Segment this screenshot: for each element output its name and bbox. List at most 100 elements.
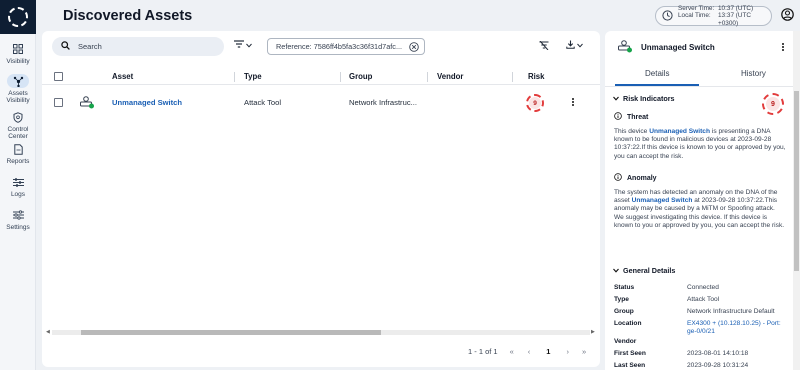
column-header-group[interactable]: Group — [349, 72, 372, 81]
panel-vertical-scrollbar[interactable] — [793, 31, 800, 370]
asset-name-link[interactable]: Unmanaged Switch — [112, 98, 182, 107]
risk-score: 9 — [529, 97, 541, 109]
table-row[interactable]: Unmanaged Switch Attack Tool Network Inf… — [42, 88, 600, 118]
column-header-asset[interactable]: Asset — [112, 72, 133, 81]
chevron-down-icon — [246, 41, 252, 50]
risk-score: 9 — [766, 97, 780, 111]
tab-details[interactable]: Details — [645, 69, 669, 78]
download-button[interactable] — [566, 40, 583, 51]
risk-score-badge: 9 — [526, 94, 544, 112]
nav-label: Reports — [6, 158, 30, 165]
user-avatar-icon[interactable] — [781, 8, 794, 23]
filter-icon — [234, 40, 244, 50]
search-icon — [61, 41, 70, 52]
chevron-down-icon — [577, 41, 583, 50]
general-details-header[interactable]: General Details — [613, 266, 675, 275]
risk-score-badge: 9 — [762, 93, 784, 115]
nav-item-assets-visibility[interactable]: Assets Visibility — [0, 74, 36, 104]
general-details-label: General Details — [623, 266, 676, 275]
server-time-value: 10:37 (UTC) — [718, 4, 754, 12]
panel-more-options-icon[interactable] — [782, 43, 784, 52]
scroll-left-arrow-icon[interactable]: ◀ — [46, 329, 50, 335]
filter-button[interactable] — [234, 40, 252, 50]
logs-icon — [9, 175, 27, 189]
nav-item-reports[interactable]: Reports — [0, 142, 36, 165]
logo-icon — [8, 7, 28, 27]
assets-icon — [7, 74, 29, 88]
tab-history[interactable]: History — [741, 69, 766, 78]
detail-key-group: Group — [614, 308, 634, 315]
detail-key-type: Type — [614, 296, 629, 303]
first-page-icon[interactable]: « — [510, 347, 514, 356]
column-header-risk[interactable]: Risk — [528, 72, 544, 81]
assets-table-card: Search Reference: 7586ff4b5fa3c36f31d7af… — [42, 31, 600, 367]
page-title: Discovered Assets — [63, 8, 193, 24]
threat-text-pre: This device — [614, 128, 650, 135]
info-icon — [614, 173, 622, 183]
detail-value-location-link[interactable]: EX4300 + (10.128.10.25) - Port: ge-0/0/2… — [687, 320, 787, 336]
panel-header: Unmanaged Switch — [617, 39, 715, 55]
nav-label: Assets Visibility — [6, 90, 30, 104]
horizontal-scrollbar[interactable]: ◀ ▶ — [46, 328, 596, 336]
detail-value-group: Network Infrastructure Default — [687, 308, 775, 315]
chevron-down-icon — [613, 94, 619, 103]
column-header-vendor[interactable]: Vendor — [437, 72, 463, 81]
close-icon[interactable] — [409, 42, 419, 54]
column-divider[interactable] — [234, 72, 235, 82]
switch-device-icon — [617, 39, 633, 55]
risk-indicators-header[interactable]: Risk Indicators — [613, 94, 675, 103]
table-header: Asset Type Group Vendor Risk — [42, 69, 600, 85]
anomaly-header: Anomaly — [614, 173, 657, 183]
detail-value-last-seen: 2023-09-28 10:31:24 — [687, 362, 749, 369]
asset-detail-panel: Unmanaged Switch Details History Risk In… — [605, 31, 800, 370]
report-icon — [9, 142, 27, 156]
server-time-label: Server Time: — [678, 4, 715, 12]
anomaly-label: Anomaly — [627, 174, 657, 182]
threat-asset-link[interactable]: Unmanaged Switch — [649, 128, 710, 135]
download-icon — [566, 40, 575, 51]
panel-title: Unmanaged Switch — [641, 42, 715, 52]
prev-page-icon[interactable]: ‹ — [528, 347, 531, 356]
nav-item-settings[interactable]: Settings — [0, 208, 36, 231]
scroll-right-arrow-icon[interactable]: ▶ — [591, 329, 595, 335]
reference-filter-chip[interactable]: Reference: 7586ff4b5fa3c36f31d7afc... — [267, 38, 425, 55]
switch-device-icon — [79, 95, 95, 111]
local-time-value: 13:37 (UTC +0300) — [718, 12, 752, 27]
app-logo[interactable] — [0, 0, 36, 34]
pagination-range: 1 - 1 of 1 — [468, 347, 498, 356]
column-divider[interactable] — [427, 72, 428, 82]
nav-item-control-center[interactable]: Control Center — [0, 110, 36, 140]
detail-key-last-seen: Last Seen — [614, 362, 646, 369]
row-more-options-icon[interactable] — [572, 98, 574, 107]
filter-chip-label: Reference: 7586ff4b5fa3c36f31d7afc... — [276, 42, 403, 51]
anomaly-asset-link[interactable]: Unmanaged Switch — [632, 197, 693, 204]
select-all-checkbox[interactable] — [54, 72, 63, 81]
asset-type: Attack Tool — [244, 98, 282, 107]
nav-item-logs[interactable]: Logs — [0, 175, 36, 198]
column-divider[interactable] — [340, 72, 341, 82]
last-page-icon[interactable]: » — [582, 347, 586, 356]
nav-rail: Visibility Assets Visibility Control Cen… — [0, 0, 36, 370]
threat-header: Threat — [614, 112, 648, 122]
grid-icon — [9, 42, 27, 56]
clock-icon — [662, 9, 673, 23]
nav-item-visibility[interactable]: Visibility — [0, 42, 36, 65]
filter-off-icon — [539, 40, 549, 52]
row-checkbox[interactable] — [54, 98, 63, 107]
column-divider[interactable] — [512, 72, 513, 82]
detail-key-vendor: Vendor — [614, 338, 637, 345]
detail-value-first-seen: 2023-08-01 14:10:18 — [687, 350, 749, 357]
nav-label: Visibility — [6, 58, 30, 65]
scrollbar-thumb[interactable] — [794, 91, 799, 271]
hide-filter-button[interactable] — [539, 40, 549, 52]
search-input[interactable]: Search — [52, 37, 224, 56]
column-header-type[interactable]: Type — [244, 72, 262, 81]
anomaly-description: The system has detected an anomaly on th… — [614, 189, 786, 230]
detail-key-first-seen: First Seen — [614, 350, 646, 357]
nav-label: Settings — [6, 224, 30, 231]
next-page-icon[interactable]: › — [566, 347, 569, 356]
server-time-box: Server Time: 10:37 (UTC) Local Time: 13:… — [655, 4, 772, 27]
pagination: 1 - 1 of 1 « ‹ 1 › » — [468, 347, 586, 356]
current-page[interactable]: 1 — [546, 347, 550, 356]
scrollbar-thumb[interactable] — [81, 330, 381, 335]
